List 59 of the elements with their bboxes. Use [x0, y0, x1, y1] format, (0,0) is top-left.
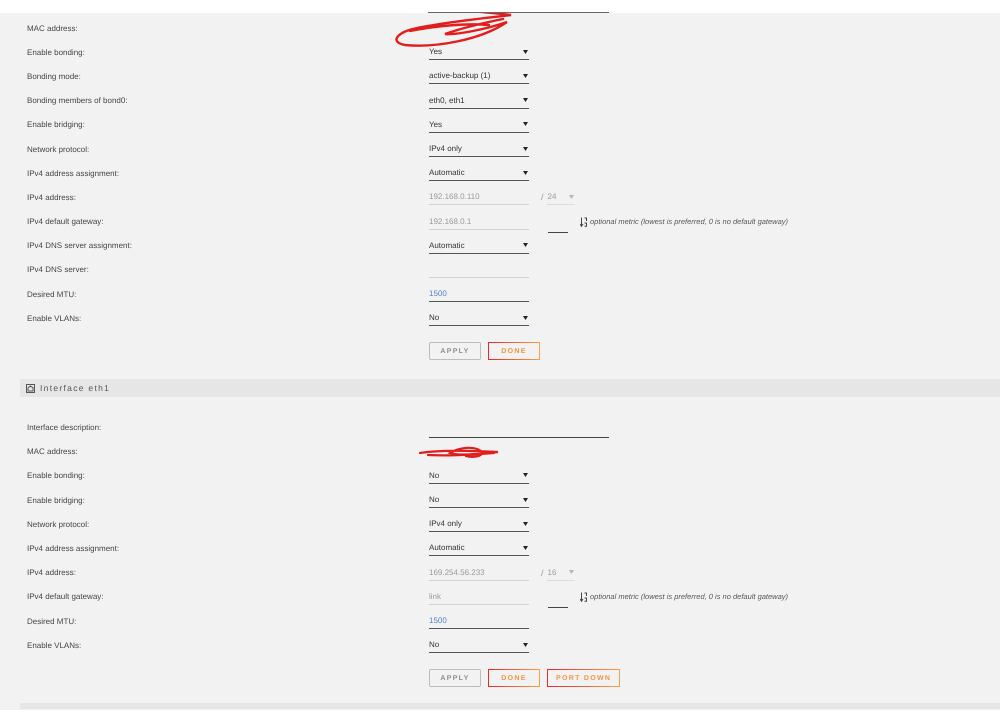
dropdown[interactable]: Automatic	[429, 238, 529, 254]
field-label: Bonding mode:	[27, 72, 82, 81]
field-label: Desired MTU:	[27, 616, 78, 626]
field-label: IPv4 address assignment:	[27, 544, 120, 553]
dropdown[interactable]: IPv4 only	[429, 516, 529, 532]
dropdown[interactable]: IPv4 only	[429, 141, 529, 158]
input-field[interactable]: 1500	[429, 286, 529, 302]
dropdown[interactable]: active-backup (1)	[429, 68, 529, 84]
sort-icon	[580, 216, 587, 227]
caret-icon	[568, 194, 574, 199]
caret-icon	[523, 122, 528, 126]
caret-icon	[523, 98, 528, 102]
section-title: Interface eth1	[40, 383, 110, 394]
field-label: Desired MTU:	[27, 290, 78, 299]
dropdown[interactable]: Automatic	[429, 540, 529, 556]
caret-icon	[568, 570, 574, 574]
input-field[interactable]: 1500	[429, 613, 529, 630]
dropdown[interactable]: No	[429, 492, 529, 508]
field-label: IPv4 default gateway:	[27, 592, 104, 602]
sort-icon	[580, 592, 587, 602]
dropdown[interactable]: No	[429, 310, 529, 326]
field-label: IPv4 address assignment:	[27, 168, 120, 178]
caret-icon	[523, 473, 528, 478]
field-label: Enable bonding:	[27, 48, 86, 57]
dropdown[interactable]: No	[429, 637, 529, 654]
dropdown[interactable]: Yes	[429, 44, 529, 60]
caret-icon	[523, 74, 528, 78]
field-label: Network protocol:	[27, 520, 90, 529]
field-label: Enable VLANs:	[27, 314, 82, 323]
field-label: Enable bonding:	[27, 471, 86, 480]
caret-icon	[523, 146, 528, 151]
caret-icon	[523, 170, 528, 175]
field-label: IPv4 address:	[27, 192, 77, 202]
field-label: Bonding members of bond0:	[27, 96, 129, 106]
separator-text: /	[541, 568, 544, 578]
dropdown[interactable]: Yes	[429, 116, 529, 133]
field-label: IPv4 address:	[27, 568, 77, 578]
field-label: Enable bridging:	[27, 120, 86, 130]
dropdown[interactable]: Automatic	[429, 165, 529, 182]
caret-icon	[523, 243, 528, 248]
caret-icon	[523, 642, 528, 647]
field-label: MAC address:	[27, 24, 79, 33]
field-label: Enable bridging:	[27, 496, 86, 505]
ethernet-port-icon	[26, 384, 35, 393]
field-label: IPv4 default gateway:	[27, 217, 104, 226]
dropdown[interactable]: No	[429, 468, 529, 484]
caret-icon	[523, 316, 528, 320]
caret-icon	[523, 522, 528, 526]
field-label: Network protocol:	[27, 144, 90, 154]
caret-icon	[523, 50, 528, 54]
caret-icon	[523, 546, 528, 550]
field-label: IPv4 DNS server:	[27, 265, 90, 274]
field-label: Enable VLANs:	[27, 640, 82, 650]
field-label: MAC address:	[27, 447, 79, 456]
field-label: IPv4 DNS server assignment:	[27, 241, 133, 250]
field-label: Interface description:	[27, 423, 102, 432]
dropdown[interactable]: eth0, eth1	[429, 92, 529, 109]
caret-icon	[523, 498, 528, 502]
separator-text: /	[541, 192, 544, 202]
